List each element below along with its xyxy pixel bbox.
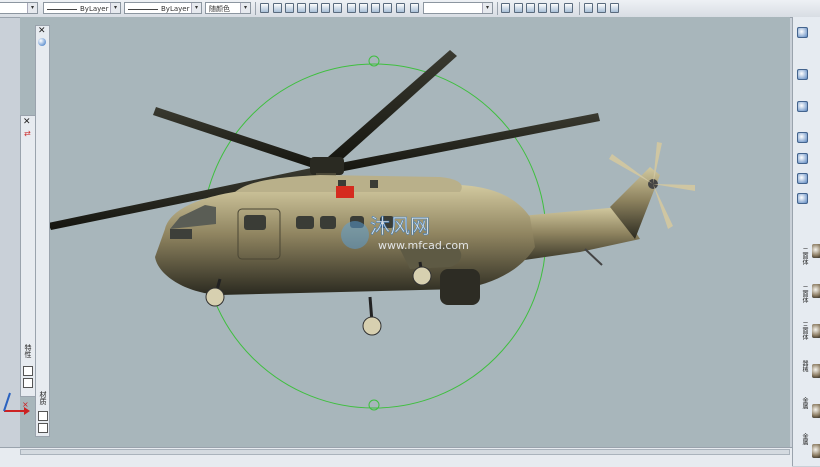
layer-dropdown[interactable]: ▾ xyxy=(0,2,38,14)
watermark-url: www.mfcad.com xyxy=(378,239,469,252)
model-canvas: 沐风网 www.mfcad.com xyxy=(48,50,695,411)
palette-tab-label[interactable]: 二面体 xyxy=(800,285,809,303)
orbit-tool-icon[interactable] xyxy=(797,27,808,38)
lineweight-value: ByLayer xyxy=(161,5,190,13)
horizontal-scrollbar[interactable] xyxy=(20,449,790,455)
left-view-icon[interactable] xyxy=(297,3,306,13)
autohide-icon[interactable] xyxy=(38,38,46,46)
top-view-icon[interactable] xyxy=(273,3,282,13)
chevron-down-icon: ▾ xyxy=(110,3,120,13)
tool-palettes-bar: 二面体 二面体 三面体 器械 金属 金属 xyxy=(792,17,820,466)
toolbar-separator xyxy=(497,2,498,15)
right-view-icon[interactable] xyxy=(309,3,318,13)
linetype-value: ByLayer xyxy=(80,5,109,13)
bottom-view-icon[interactable] xyxy=(285,3,294,13)
material-swatch[interactable] xyxy=(812,444,820,458)
materials-palette-strip: ✕ 材质 xyxy=(35,25,50,437)
gouraud-shaded-icon[interactable] xyxy=(550,3,559,13)
flat-shaded-icon[interactable] xyxy=(538,3,547,13)
linetype-dropdown[interactable]: ByLayer ▾ xyxy=(43,2,121,14)
palette-tab-label[interactable]: 金属 xyxy=(800,433,809,445)
palette-tab-label[interactable]: 金属 xyxy=(800,397,809,409)
properties-toolbar: ▾ ByLayer ▾ ByLayer ▾ 随颜色 ▾ ▾ xyxy=(0,0,820,18)
toolbar-separator xyxy=(579,2,580,15)
chevron-down-icon: ▾ xyxy=(240,3,250,13)
orbit-icon[interactable] xyxy=(597,3,606,13)
pan-icon[interactable] xyxy=(584,3,593,13)
properties-icon[interactable] xyxy=(38,411,48,421)
helicopter-model xyxy=(48,50,695,336)
material-swatch[interactable] xyxy=(812,244,820,258)
chevron-down-icon: ▾ xyxy=(482,3,492,13)
clock-icon[interactable] xyxy=(797,153,808,164)
drawing-viewport[interactable]: 沐风网 www.mfcad.com xyxy=(20,17,790,447)
close-icon[interactable]: ✕ xyxy=(38,27,46,36)
visual-style-icon[interactable] xyxy=(797,193,808,204)
light-icon[interactable] xyxy=(797,132,808,143)
palette-tab-label[interactable]: 二面体 xyxy=(800,247,809,265)
front-view-icon[interactable] xyxy=(321,3,330,13)
ne-iso-icon[interactable] xyxy=(371,3,380,13)
render-icon[interactable] xyxy=(610,3,619,13)
zoom-tool-icon[interactable] xyxy=(797,69,808,80)
palette-tab-label[interactable]: 器械 xyxy=(800,360,809,372)
palette-tab-label[interactable]: 三面体 xyxy=(800,322,809,340)
close-icon[interactable]: ✕ xyxy=(23,118,31,127)
2d-wireframe-icon[interactable] xyxy=(501,3,510,13)
material-swatch[interactable] xyxy=(812,364,820,378)
camera-icon[interactable] xyxy=(396,3,405,13)
material-swatch[interactable] xyxy=(812,404,820,418)
svg-text:×: × xyxy=(22,400,29,409)
plotstyle-value: 随颜色 xyxy=(209,5,230,13)
3d-wireframe-icon[interactable] xyxy=(514,3,523,13)
line-preview-icon xyxy=(47,8,77,10)
watermark-brand: 沐风网 xyxy=(370,214,430,238)
material-swatch[interactable] xyxy=(812,324,820,338)
view-dropdown[interactable]: ▾ xyxy=(423,2,493,14)
nw-iso-icon[interactable] xyxy=(383,3,392,13)
ucs-icon[interactable] xyxy=(410,3,419,13)
properties-icon[interactable] xyxy=(23,366,33,376)
camera-tool-icon[interactable] xyxy=(797,173,808,184)
realistic-icon[interactable] xyxy=(564,3,573,13)
properties-tab-label[interactable]: 特性 xyxy=(23,344,33,358)
menu-icon[interactable] xyxy=(38,423,48,433)
properties-palette-strip: ✕ ⇄ 特性 xyxy=(20,115,36,397)
sw-iso-icon[interactable] xyxy=(347,3,356,13)
flag-emblem xyxy=(336,186,354,198)
toolbar-separator xyxy=(255,2,256,15)
3d-box-icon[interactable] xyxy=(797,101,808,112)
plotstyle-dropdown[interactable]: 随颜色 ▾ xyxy=(205,2,251,14)
autohide-icon[interactable]: ⇄ xyxy=(24,129,31,138)
se-iso-icon[interactable] xyxy=(359,3,368,13)
named-views-icon[interactable] xyxy=(260,3,269,13)
ucs-axis-icon: × xyxy=(3,392,30,415)
hidden-icon[interactable] xyxy=(526,3,535,13)
chevron-down-icon: ▾ xyxy=(191,3,201,13)
line-preview-icon xyxy=(128,8,158,10)
back-view-icon[interactable] xyxy=(333,3,342,13)
lineweight-dropdown[interactable]: ByLayer ▾ xyxy=(124,2,202,14)
material-swatch[interactable] xyxy=(812,284,820,298)
materials-tab-label[interactable]: 材质 xyxy=(38,391,48,405)
chevron-down-icon: ▾ xyxy=(27,3,37,13)
